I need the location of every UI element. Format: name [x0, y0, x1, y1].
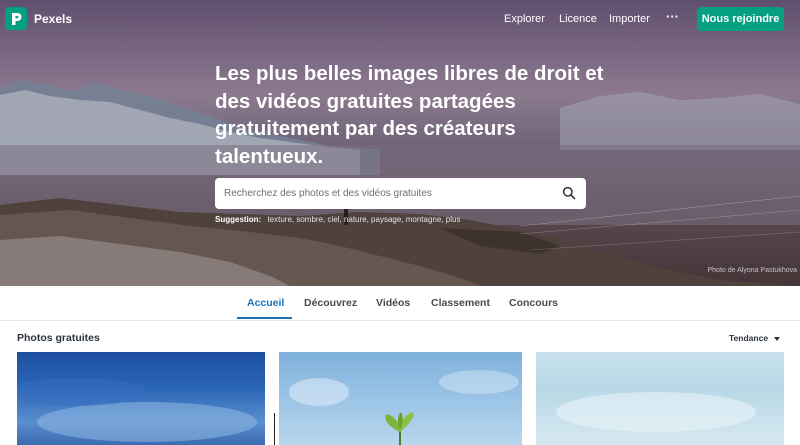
search-input[interactable] [224, 178, 554, 209]
hero-headline: Les plus belles images libres de droit e… [215, 62, 604, 168]
tab-decouvrez[interactable]: Découvrez [304, 297, 357, 309]
top-navigation: Pexels Explorer Licence Importer ··· Nou… [0, 0, 800, 38]
tab-concours[interactable]: Concours [509, 297, 558, 309]
search-bar [215, 178, 586, 209]
tab-accueil[interactable]: Accueil [247, 297, 284, 309]
photo-pale-sky-image [556, 392, 756, 432]
sort-dropdown[interactable]: Tendance [729, 333, 781, 343]
suggestion-tags[interactable]: texture, sombre, ciel, nature, paysage, … [267, 215, 460, 224]
nav-link-explorer[interactable]: Explorer [504, 13, 545, 25]
tab-videos[interactable]: Vidéos [376, 297, 410, 309]
tab-classement[interactable]: Classement [431, 297, 490, 309]
photo-card[interactable] [17, 352, 265, 445]
divider-line [274, 413, 275, 445]
photo-card[interactable] [536, 352, 784, 445]
join-button[interactable]: Nous rejoindre [697, 7, 784, 31]
search-icon[interactable] [562, 186, 576, 200]
sort-label: Tendance [729, 333, 769, 343]
photo-credit[interactable]: Photo de Alyona Pastukhova [707, 267, 797, 274]
section-title: Photos gratuites [17, 332, 100, 344]
search-suggestions: Suggestion: texture, sombre, ciel, natur… [215, 215, 460, 224]
nav-link-importer[interactable]: Importer [609, 13, 650, 25]
brand-name[interactable]: Pexels [34, 12, 72, 26]
photo-sprout-image [289, 370, 519, 445]
suggestion-label: Suggestion: [215, 215, 262, 224]
category-tabs: Accueil Découvrez Vidéos Classement Conc… [0, 286, 800, 321]
active-tab-indicator [237, 317, 292, 319]
photo-card[interactable] [279, 352, 522, 445]
caret-down-icon [774, 336, 781, 341]
pexels-logo-icon[interactable] [5, 7, 27, 30]
photo-sky-image [17, 378, 257, 442]
nav-link-licence[interactable]: Licence [559, 13, 597, 25]
more-dots-icon[interactable]: ··· [666, 9, 679, 24]
